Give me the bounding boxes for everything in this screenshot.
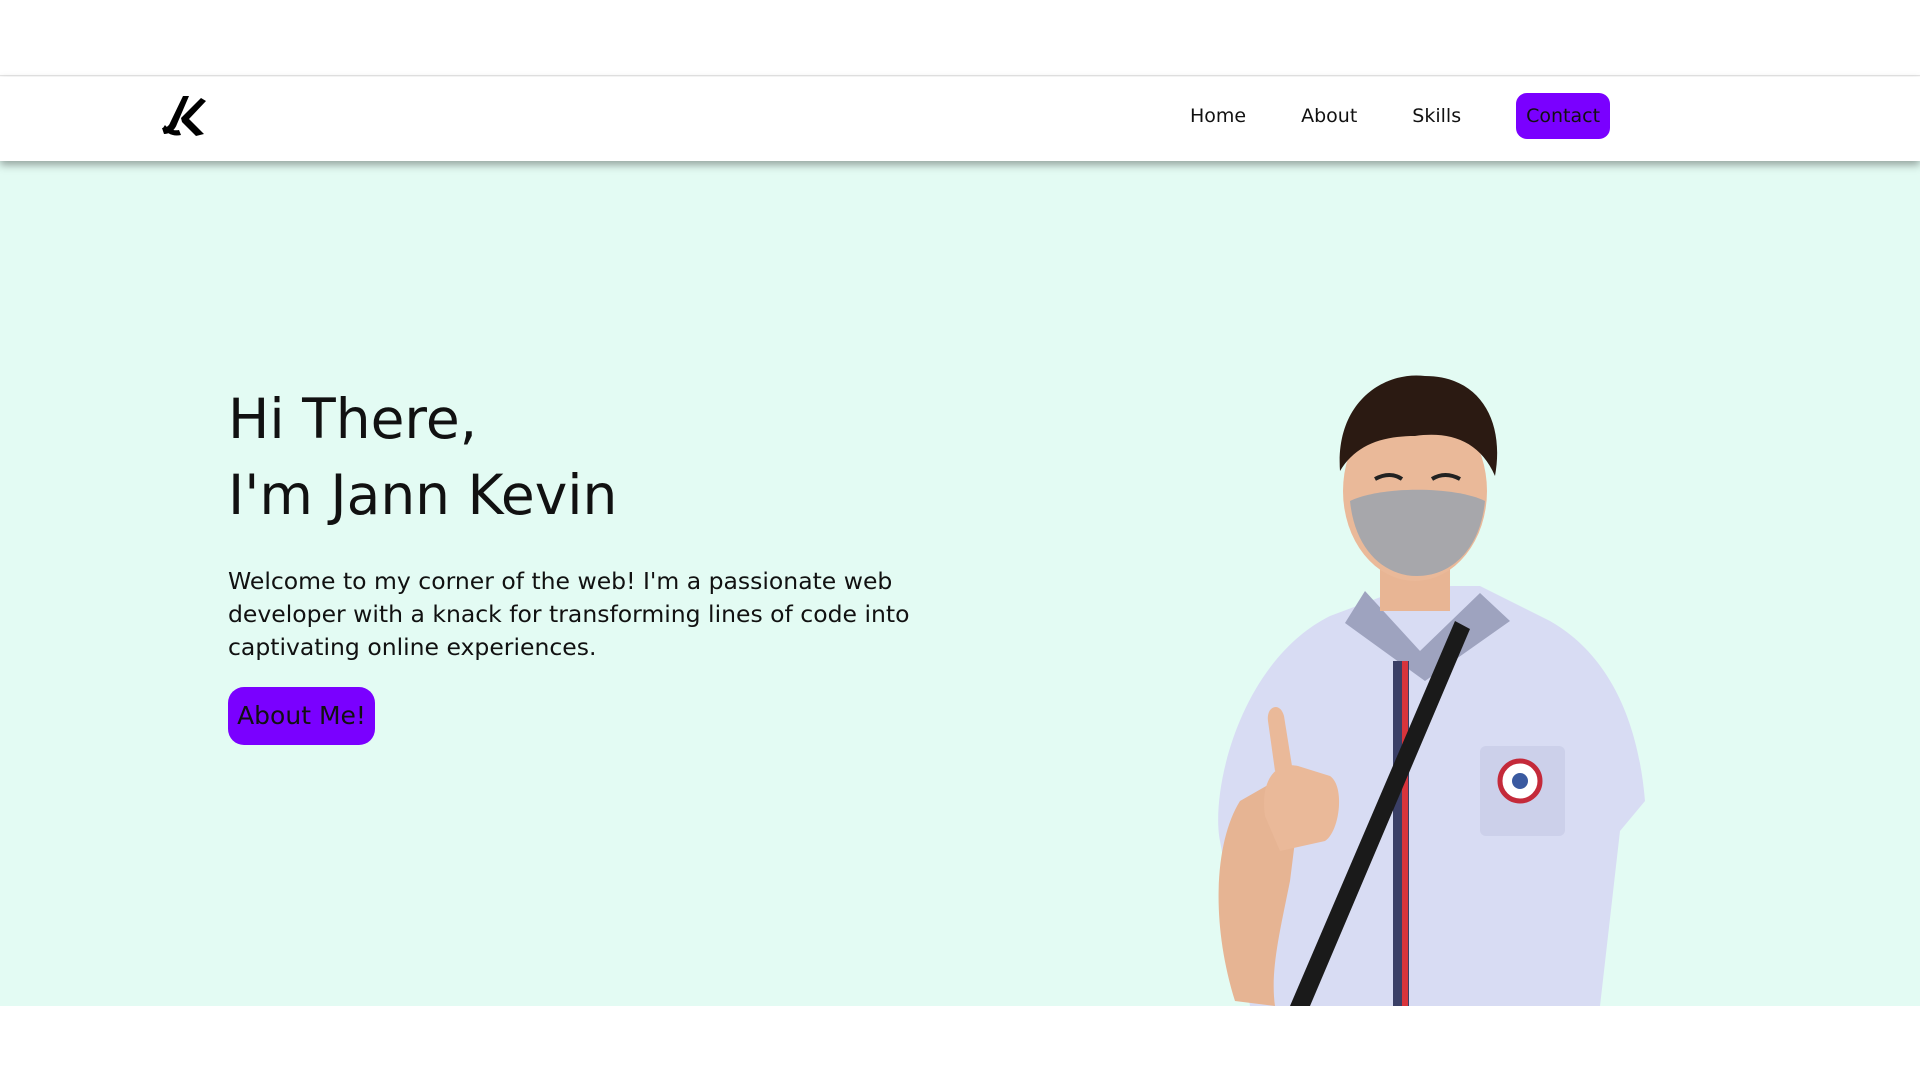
nav-contact-button[interactable]: Contact [1516, 93, 1611, 139]
main-nav: Home About Skills Contact [1190, 93, 1611, 139]
hero-name: I'm Jann Kevin [228, 463, 618, 527]
nav-skills-link[interactable]: Skills [1412, 93, 1461, 139]
jk-logo-icon[interactable] [161, 94, 207, 138]
hero-greeting: Hi There, [228, 387, 478, 451]
nav-home-link[interactable]: Home [1190, 93, 1246, 139]
navbar: Home About Skills Contact [0, 77, 1920, 161]
hero-intro-text: Welcome to my corner of the web! I'm a p… [228, 567, 910, 661]
about-me-button[interactable]: About Me! [228, 687, 375, 745]
hero-section: Hi There, I'm Jann Kevin Welcome to my c… [0, 161, 1920, 1006]
profile-photo-icon [1218, 375, 1645, 1006]
nav-about-link[interactable]: About [1301, 93, 1357, 139]
top-strip [0, 0, 1920, 76]
hero-heading: Hi There, I'm Jann Kevin [228, 381, 617, 533]
